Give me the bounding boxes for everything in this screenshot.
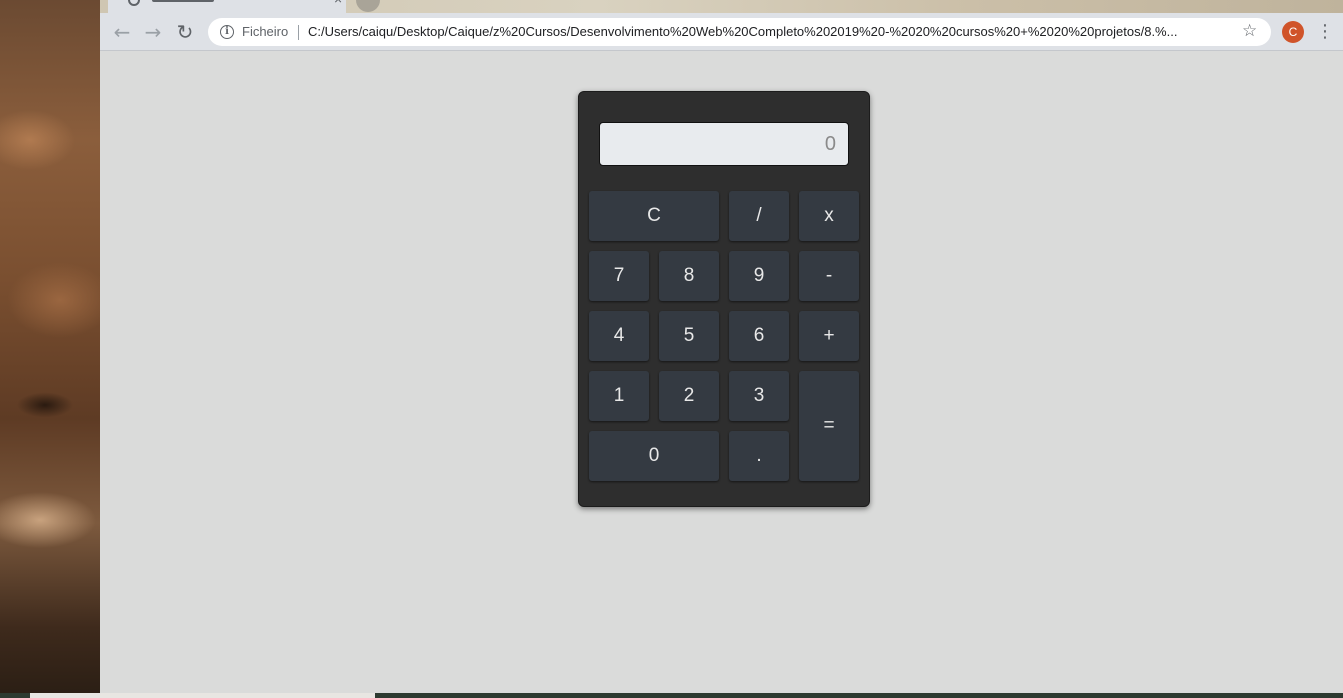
- profile-avatar[interactable]: C: [1282, 21, 1304, 43]
- arrow-right-icon[interactable]: →: [140, 19, 166, 45]
- digit-2-button[interactable]: 2: [659, 371, 719, 421]
- taskbar-item[interactable]: [30, 693, 375, 698]
- arrow-left-icon[interactable]: ←: [109, 19, 135, 45]
- equals-button[interactable]: =: [799, 371, 859, 481]
- tab-strip: ×: [100, 0, 1343, 13]
- digit-6-button[interactable]: 6: [729, 311, 789, 361]
- digit-5-button[interactable]: 5: [659, 311, 719, 361]
- close-icon[interactable]: ×: [334, 0, 342, 7]
- digit-4-button[interactable]: 4: [589, 311, 649, 361]
- digit-9-button[interactable]: 9: [729, 251, 789, 301]
- new-tab-button[interactable]: [356, 0, 380, 12]
- clear-button[interactable]: C: [589, 191, 719, 241]
- tab-active[interactable]: ×: [108, 0, 346, 13]
- digit-0-button[interactable]: 0: [589, 431, 719, 481]
- decimal-button[interactable]: .: [729, 431, 789, 481]
- taskbar: [0, 693, 1343, 698]
- divide-button[interactable]: /: [729, 191, 789, 241]
- digit-3-button[interactable]: 3: [729, 371, 789, 421]
- security-label: Ficheiro: [242, 24, 289, 39]
- divider: [298, 25, 299, 40]
- subtract-button[interactable]: -: [799, 251, 859, 301]
- tab-title: [152, 0, 214, 2]
- reload-icon[interactable]: ↻: [172, 19, 198, 45]
- address-bar[interactable]: i Ficheiro C:/Users/caiqu/Desktop/Caique…: [208, 18, 1271, 46]
- digit-1-button[interactable]: 1: [589, 371, 649, 421]
- desktop-wallpaper: [0, 0, 100, 698]
- more-vert-icon[interactable]: ⋮: [1316, 20, 1334, 44]
- globe-icon: [128, 0, 140, 6]
- info-icon[interactable]: i: [220, 25, 234, 39]
- digit-8-button[interactable]: 8: [659, 251, 719, 301]
- add-button[interactable]: +: [799, 311, 859, 361]
- multiply-button[interactable]: x: [799, 191, 859, 241]
- url-text[interactable]: C:/Users/caiqu/Desktop/Caique/z%20Cursos…: [308, 24, 1232, 40]
- browser-toolbar: ← → ↻ i Ficheiro C:/Users/caiqu/Desktop/…: [100, 13, 1343, 51]
- digit-7-button[interactable]: 7: [589, 251, 649, 301]
- browser-window: × ← → ↻ i Ficheiro C:/Users/caiqu/Deskto…: [100, 0, 1343, 693]
- calculator: 0 C / x 7 8 9 - 4 5 6 + 1 2 3 = 0 .: [578, 91, 870, 507]
- page-viewport: 0 C / x 7 8 9 - 4 5 6 + 1 2 3 = 0 .: [100, 51, 1343, 693]
- star-icon[interactable]: ☆: [1242, 21, 1257, 41]
- calculator-display[interactable]: 0: [599, 122, 849, 166]
